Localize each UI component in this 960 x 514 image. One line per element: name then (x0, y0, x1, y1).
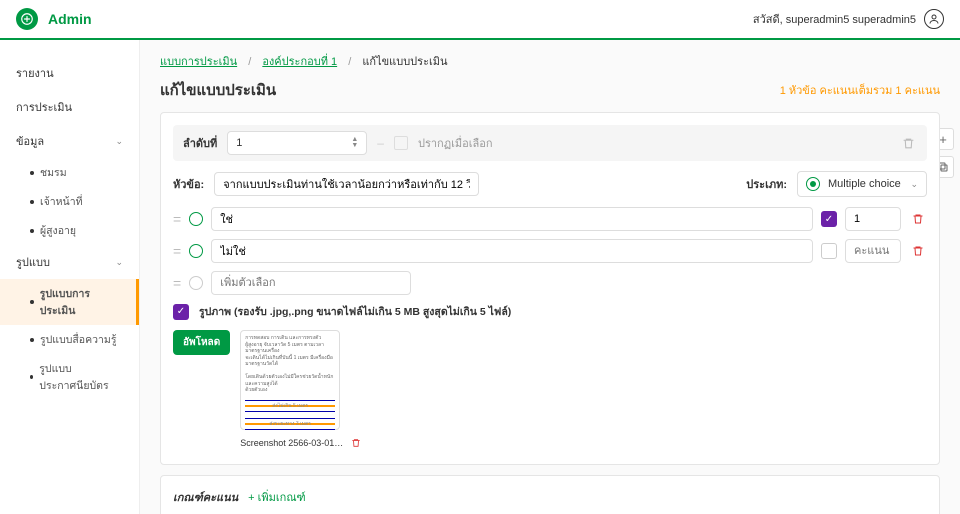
thumb-bar: ส่งไม่เกิน 5 เมตร (245, 400, 335, 412)
drag-handle-icon[interactable]: = (173, 275, 181, 291)
avatar-icon[interactable] (924, 9, 944, 29)
sidebar-item-report[interactable]: รายงาน (0, 56, 139, 90)
thumb-caption: Screenshot 2566-03-01… (240, 438, 343, 448)
option-row-2: = ✓ (173, 239, 927, 263)
add-option-input[interactable] (211, 271, 411, 295)
sidebar-item-template[interactable]: รูปแบบ⌄ (0, 245, 139, 279)
title-label: หัวข้อ: (173, 175, 204, 193)
header-right: สวัสดี, superadmin5 superadmin5 (753, 9, 944, 29)
add-criteria-link[interactable]: + เพิ่มเกณฑ์ (248, 488, 306, 506)
delete-image-icon[interactable] (347, 434, 365, 452)
delete-question-icon[interactable] (899, 134, 917, 152)
question-card: ลำดับที่ 1 ▲▼ – ปรากฏเมื่อเลือก หัวข้อ: … (160, 112, 940, 465)
drag-handle-icon[interactable]: = (173, 243, 181, 259)
image-enable-checkbox[interactable]: ✓ (173, 304, 189, 320)
criteria-card: เกณฑ์คะแนน + เพิ่มเกณฑ์ น้อยกว่า⌄ ขึ้นข้… (160, 475, 940, 514)
sidebar-sub-eval-template[interactable]: รูปแบบการประเมิน (0, 279, 139, 325)
main-content: แบบการประเมิน / องค์ประกอบที่ 1 / แก้ไขแ… (140, 40, 960, 514)
page-title: แก้ไขแบบประเมิน (160, 78, 276, 102)
criteria-title: เกณฑ์คะแนน (173, 488, 238, 506)
option-radio[interactable] (189, 244, 203, 258)
radio-icon (806, 177, 820, 191)
option-score-checkbox[interactable]: ✓ (821, 243, 837, 259)
delete-option-icon[interactable] (909, 242, 927, 260)
breadcrumb-a[interactable]: แบบการประเมิน (160, 56, 237, 68)
image-thumbnail[interactable]: การทดสอบ การเดิน และการทรงตัวผู้สูงอายุ … (240, 330, 340, 430)
sort-arrows-icon: ▲▼ (351, 137, 358, 149)
show-when-checkbox[interactable] (394, 136, 408, 150)
app-header: Admin สวัสดี, superadmin5 superadmin5 (0, 0, 960, 40)
chevron-down-icon: ⌄ (115, 257, 123, 268)
sidebar-sub-media-template[interactable]: รูปแบบสื่อความรู้ (0, 325, 139, 354)
sidebar-item-data[interactable]: ข้อมูล⌄ (0, 124, 139, 158)
add-option-row: = (173, 271, 927, 295)
header-left: Admin (16, 8, 92, 30)
image-label: รูปภาพ (รองรับ .jpg,.png ขนาดไฟล์ไม่เกิน… (199, 303, 511, 320)
chevron-down-icon: ⌄ (115, 136, 123, 147)
breadcrumb: แบบการประเมิน / องค์ประกอบที่ 1 / แก้ไขแ… (160, 52, 940, 70)
thumb-preview-text: การทดสอบ การเดิน และการทรงตัวผู้สูงอายุ … (245, 335, 335, 394)
option-score-input[interactable] (845, 239, 901, 263)
type-label: ประเภท: (746, 175, 787, 193)
upload-button[interactable]: อัพโหลด (173, 330, 230, 355)
question-title-input[interactable] (214, 172, 479, 196)
breadcrumb-b[interactable]: องค์ประกอบที่ 1 (262, 56, 337, 68)
sidebar-sub-club[interactable]: ชมรม (0, 158, 139, 187)
question-type-select[interactable]: Multiple choice ⌄ (797, 171, 927, 197)
option-score-input[interactable] (845, 207, 901, 231)
brand-text: Admin (48, 11, 92, 27)
sidebar-sub-cert-template[interactable]: รูปแบบประกาศนียบัตร (0, 354, 139, 400)
option-row-1: = ✓ (173, 207, 927, 231)
breadcrumb-c: แก้ไขแบบประเมิน (362, 56, 447, 68)
thumb-bar: ส่งระยะทาง 3 เมตร (245, 418, 335, 430)
option-text-input[interactable] (211, 239, 813, 263)
sidebar-sub-elderly[interactable]: ผู้สูงอายุ (0, 216, 139, 245)
sidebar-sub-staff[interactable]: เจ้าหน้าที่ (0, 187, 139, 216)
delete-option-icon[interactable] (909, 210, 927, 228)
logo-icon (16, 8, 38, 30)
sidebar: รายงาน การประเมิน ข้อมูล⌄ ชมรม เจ้าหน้าท… (0, 40, 140, 514)
greeting-text: สวัสดี, superadmin5 superadmin5 (753, 10, 916, 28)
option-score-checkbox[interactable]: ✓ (821, 211, 837, 227)
option-radio[interactable] (189, 212, 203, 226)
sidebar-item-assessment[interactable]: การประเมิน (0, 90, 139, 124)
chevron-down-icon: ⌄ (910, 179, 918, 190)
drag-handle-icon[interactable]: = (173, 211, 181, 227)
order-label: ลำดับที่ (183, 134, 217, 152)
page-meta: 1 หัวข้อ คะแนนเต็มรวม 1 คะแนน (780, 81, 940, 99)
show-when-label: ปรากฏเมื่อเลือก (418, 134, 493, 152)
option-radio[interactable] (189, 276, 203, 290)
option-text-input[interactable] (211, 207, 813, 231)
order-select[interactable]: 1 ▲▼ (227, 131, 367, 155)
